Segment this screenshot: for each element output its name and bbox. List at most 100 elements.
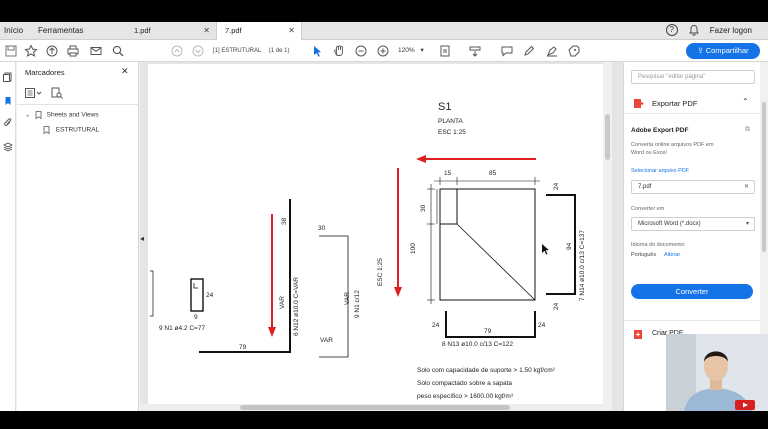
tools-search-input[interactable]: Pesquisar "editar página": [631, 70, 755, 84]
page-down-icon[interactable]: [191, 44, 205, 58]
document-horizontal-scrollbar[interactable]: [140, 404, 603, 411]
attachment-icon[interactable]: [3, 118, 13, 128]
star-icon[interactable]: [24, 44, 38, 58]
scroll-mode-icon[interactable]: [468, 44, 482, 58]
pdf-page: S1 PLANTA ESC 1:25 15 85 30 100 ESC 1:25…: [148, 64, 608, 409]
zoom-in-icon[interactable]: [376, 44, 390, 58]
label-n12-var: VAR: [279, 296, 286, 309]
scroll-thumb[interactable]: [605, 114, 610, 160]
doc-lang-label: Idioma do documento:: [631, 242, 686, 248]
cursor-icon[interactable]: [310, 44, 324, 58]
tab-doc-2[interactable]: 7.pdf ✕: [216, 22, 302, 40]
label-stirrup: 9 N1 ø4.2 C=77: [159, 325, 206, 332]
tool-desc-1: Converta online arquivos PDF em: [631, 142, 714, 148]
comment-icon[interactable]: [500, 44, 514, 58]
label-n1-var-a: VAR: [344, 292, 351, 305]
bookmark-item-estrutural[interactable]: ESTRUTURAL: [43, 126, 100, 135]
mail-icon[interactable]: [89, 44, 103, 58]
zoom-out-icon[interactable]: [354, 44, 368, 58]
fit-page-icon[interactable]: [438, 44, 452, 58]
tab-tools[interactable]: Ferramentas: [38, 26, 83, 35]
dim-n12-top: 38: [281, 217, 288, 225]
zoom-value: 120%: [398, 47, 415, 54]
share-label: Compartilhar: [705, 46, 749, 55]
chevron-down-icon[interactable]: ⌄: [25, 113, 30, 119]
convert-button[interactable]: Converter: [631, 284, 753, 299]
highlight-icon[interactable]: [545, 44, 559, 58]
pages-icon[interactable]: [3, 72, 13, 82]
collapse-panel-handle[interactable]: ◂: [140, 234, 144, 243]
convert-to-select[interactable]: Microsoft Word (*.docx) ▾: [631, 217, 755, 231]
divider: [17, 104, 139, 105]
chevron-up-icon[interactable]: ⌃: [742, 97, 749, 106]
close-icon[interactable]: ✕: [288, 22, 295, 40]
label-n1-side: 9 N1 c/12: [354, 290, 361, 318]
print-icon[interactable]: [66, 44, 80, 58]
save-icon[interactable]: [4, 44, 18, 58]
tab-doc-1-label: 1.pdf: [134, 26, 151, 35]
bookmark-search-icon[interactable]: [51, 87, 63, 99]
copy-icon[interactable]: ⧉: [745, 126, 750, 134]
label-n13: 8 N13 ø10.0 c/13 C=122: [442, 341, 514, 348]
acrobat-window: Início Ferramentas 1.pdf ✕ 7.pdf ✕ ? Faz…: [0, 0, 768, 429]
tab-doc-2-label: 7.pdf: [225, 26, 242, 35]
login-link[interactable]: Fazer logon: [710, 26, 752, 35]
share-button[interactable]: ⇪ Compartilhar: [686, 43, 760, 59]
change-language-link[interactable]: Alterar: [664, 252, 680, 258]
page-number-field[interactable]: [1] ESTRUTURAL (1 de 1): [213, 45, 303, 57]
dim-n13-left: 24: [432, 322, 440, 329]
tab-strip: Início Ferramentas 1.pdf ✕ 7.pdf ✕ ? Faz…: [0, 22, 768, 40]
search-icon[interactable]: [111, 44, 125, 58]
bookmark-icon[interactable]: [3, 96, 13, 106]
convert-to-value: Microsoft Word (*.docx): [638, 221, 701, 227]
tool-desc-2: Word ou Excel: [631, 150, 667, 156]
sign-icon[interactable]: [567, 44, 581, 58]
dim-n14-bottom: 24: [553, 302, 560, 310]
bookmark-small-icon: [35, 111, 42, 120]
options-menu-icon[interactable]: [25, 88, 43, 98]
bell-icon[interactable]: [688, 24, 700, 36]
scroll-thumb[interactable]: [762, 102, 766, 252]
label-n14: 7 N14 ø10.0 c/13 C=137: [579, 229, 586, 301]
dim-top-15: 15: [444, 170, 452, 177]
upload-icon[interactable]: [45, 44, 59, 58]
dim-left-30: 30: [420, 204, 427, 212]
page-up-icon[interactable]: [170, 44, 184, 58]
export-pdf-icon: [634, 99, 644, 108]
tab-doc-1[interactable]: 1.pdf ✕: [126, 22, 216, 40]
divider: [624, 320, 760, 321]
doc-lang-value: Português: [631, 252, 657, 258]
red-arrow-top-head: [416, 155, 426, 163]
select-file-link[interactable]: Selecionar arquivo PDF: [631, 168, 689, 174]
hand-icon[interactable]: [332, 44, 346, 58]
label-n1-var-b: VAR: [320, 337, 333, 344]
export-pdf-header[interactable]: Exportar PDF ⌃: [624, 92, 760, 114]
create-pdf-icon: [634, 330, 642, 339]
close-icon[interactable]: ✕: [203, 22, 210, 40]
zoom-select[interactable]: 120% ▾: [398, 45, 424, 57]
bookmark-label: ESTRUTURAL: [55, 126, 100, 134]
bookmark-item-sheets[interactable]: ⌄ Sheets and Views: [25, 111, 99, 120]
export-pdf-title: Exportar PDF: [652, 99, 698, 108]
document-vertical-scrollbar[interactable]: [603, 62, 612, 411]
convert-to-label: Converter em: [631, 206, 665, 212]
webcam-overlay: [666, 334, 768, 411]
document-viewport[interactable]: S1 PLANTA ESC 1:25 15 85 30 100 ESC 1:25…: [140, 62, 623, 411]
drawing-title: S1: [438, 101, 452, 113]
side-scale: ESC 1:25: [377, 258, 384, 286]
help-icon[interactable]: ?: [665, 24, 678, 36]
close-icon[interactable]: ✕: [744, 181, 749, 193]
structural-drawing: [150, 155, 576, 358]
dim-top-85: 85: [489, 170, 497, 177]
dim-n12-bottom: 79: [239, 344, 247, 351]
pen-icon[interactable]: [522, 44, 536, 58]
note-line-3: peso específico > 1600.00 kgf/m³: [417, 393, 513, 400]
close-icon[interactable]: ✕: [121, 66, 129, 77]
scroll-thumb[interactable]: [240, 405, 510, 410]
tab-home[interactable]: Início: [4, 26, 23, 35]
drawing-subtitle: PLANTA: [438, 118, 463, 125]
file-field[interactable]: 7.pdf ✕: [631, 180, 755, 194]
layers-icon[interactable]: [3, 142, 13, 152]
letterbox-bottom: [0, 411, 768, 429]
dim-left-100: 100: [410, 243, 417, 254]
